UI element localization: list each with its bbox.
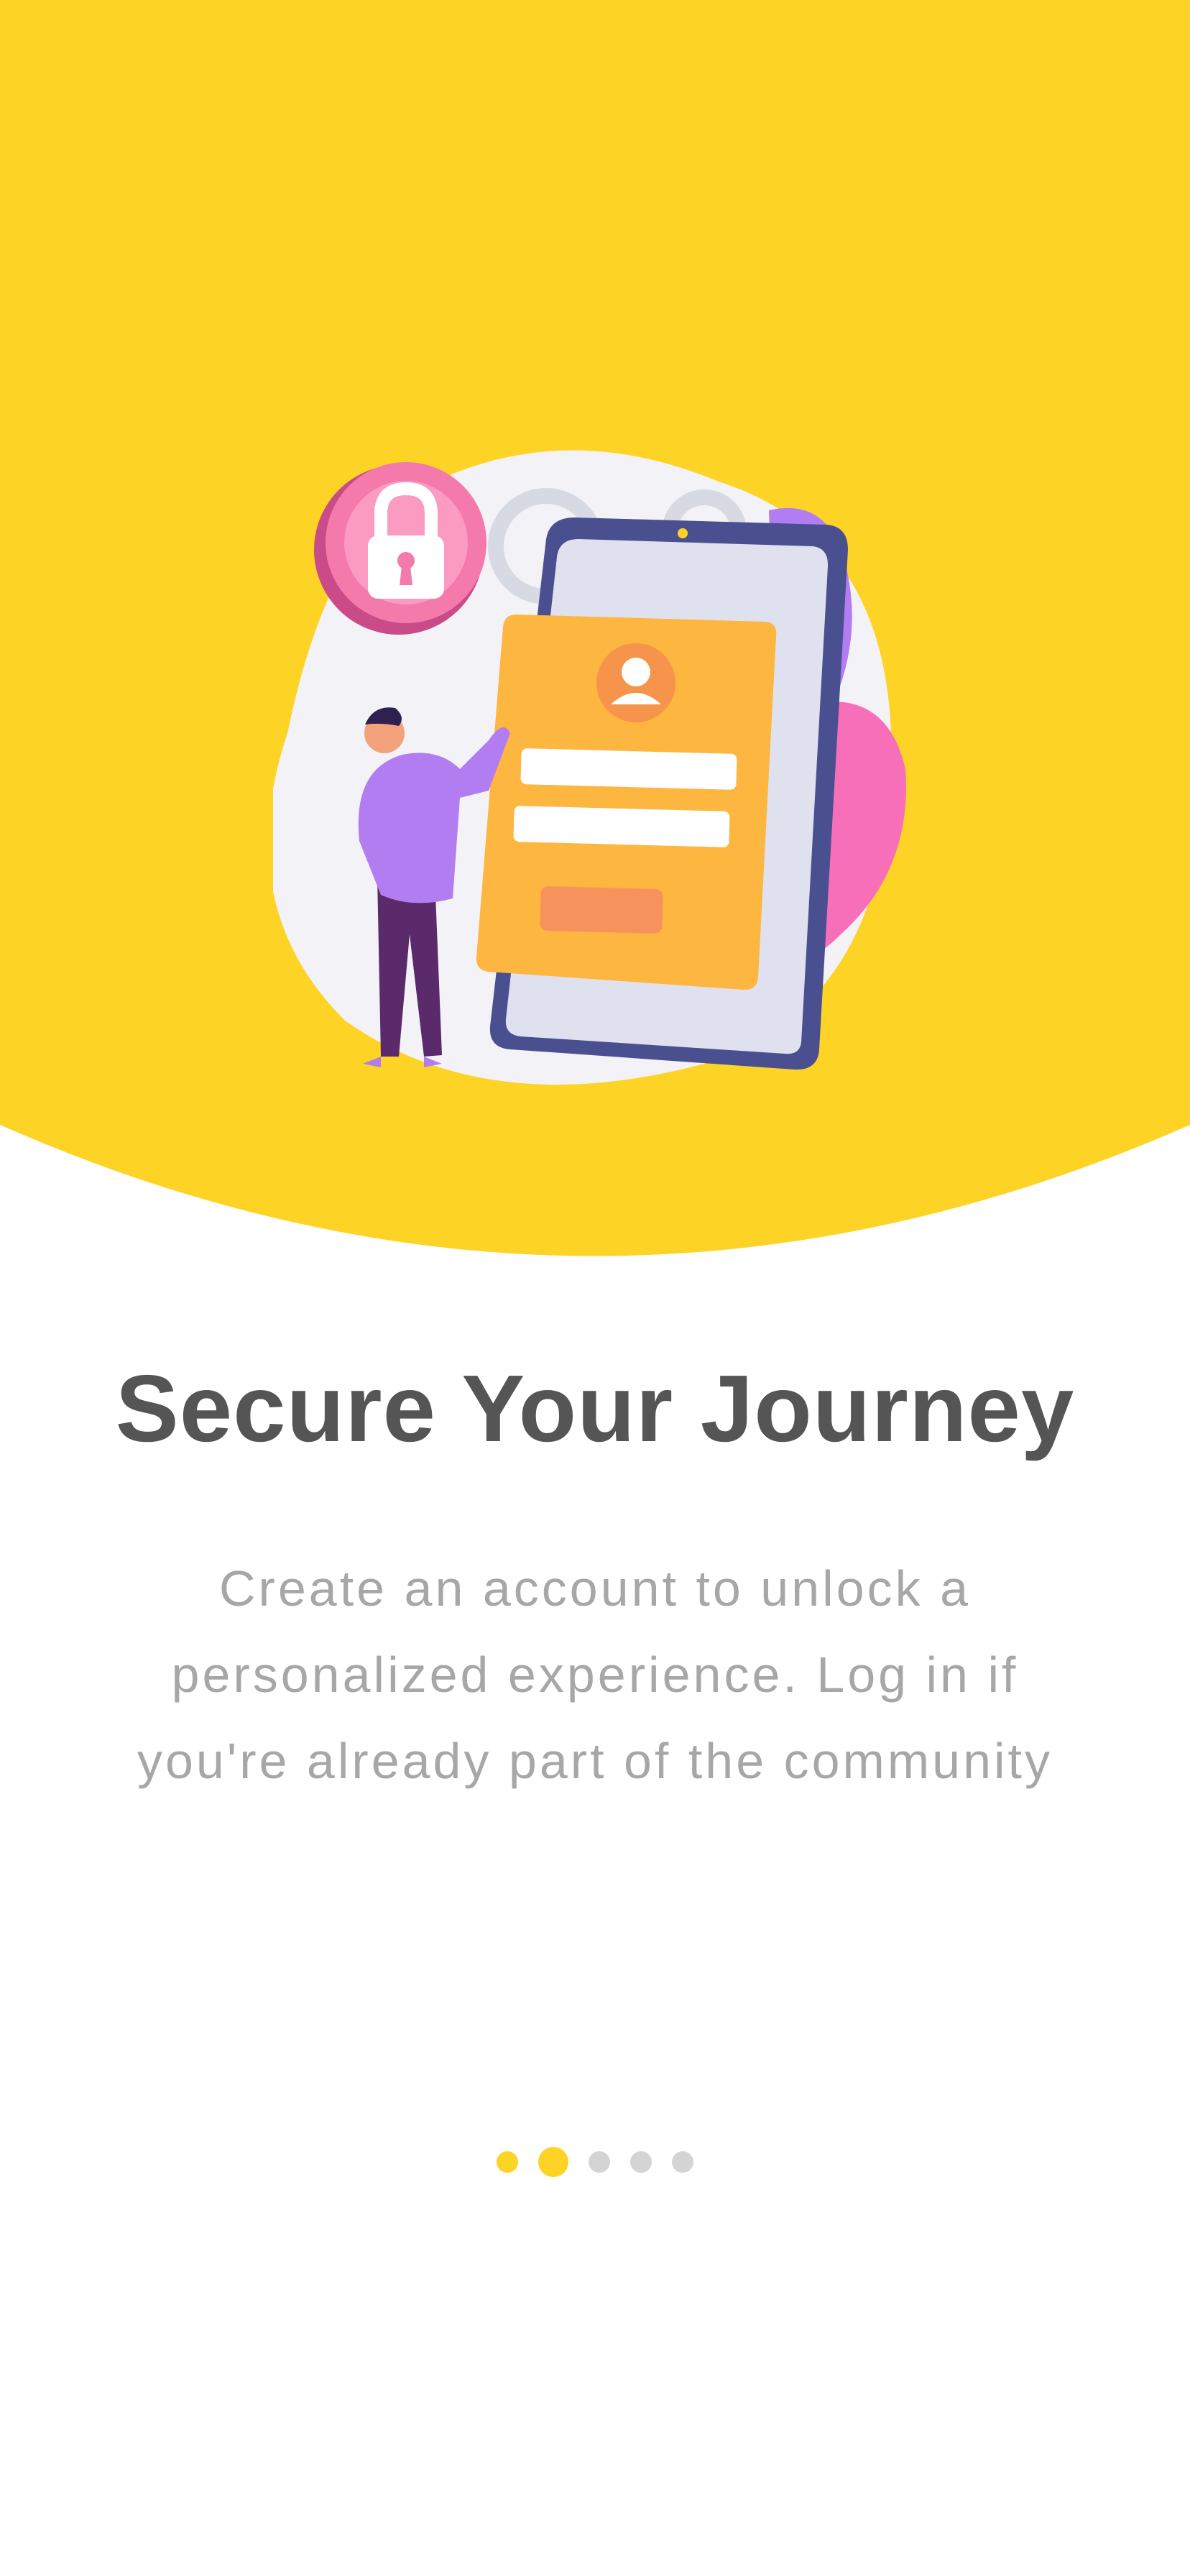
- page-dot-1[interactable]: [497, 2151, 518, 2173]
- subtitle-line: personalized experience. Log in if: [171, 1647, 1019, 1703]
- field-line: [513, 806, 730, 847]
- page-indicator: [0, 2145, 1190, 2179]
- page-dot-2[interactable]: [538, 2147, 568, 2177]
- button-shape: [540, 886, 663, 934]
- subtitle-line: you're already part of the community: [137, 1733, 1053, 1789]
- page-dot-4[interactable]: [630, 2151, 652, 2173]
- page-dot-5[interactable]: [672, 2151, 693, 2173]
- page-dot-3[interactable]: [589, 2151, 610, 2173]
- onboarding-title: Secure Your Journey: [115, 1356, 1075, 1461]
- login-card: [476, 614, 777, 990]
- onboarding-subtitle: Create an account to unlock a personaliz…: [93, 1545, 1097, 1804]
- field-line: [520, 748, 737, 790]
- secure-login-illustration: [273, 450, 906, 1085]
- subtitle-line: Create an account to unlock a: [218, 1560, 972, 1616]
